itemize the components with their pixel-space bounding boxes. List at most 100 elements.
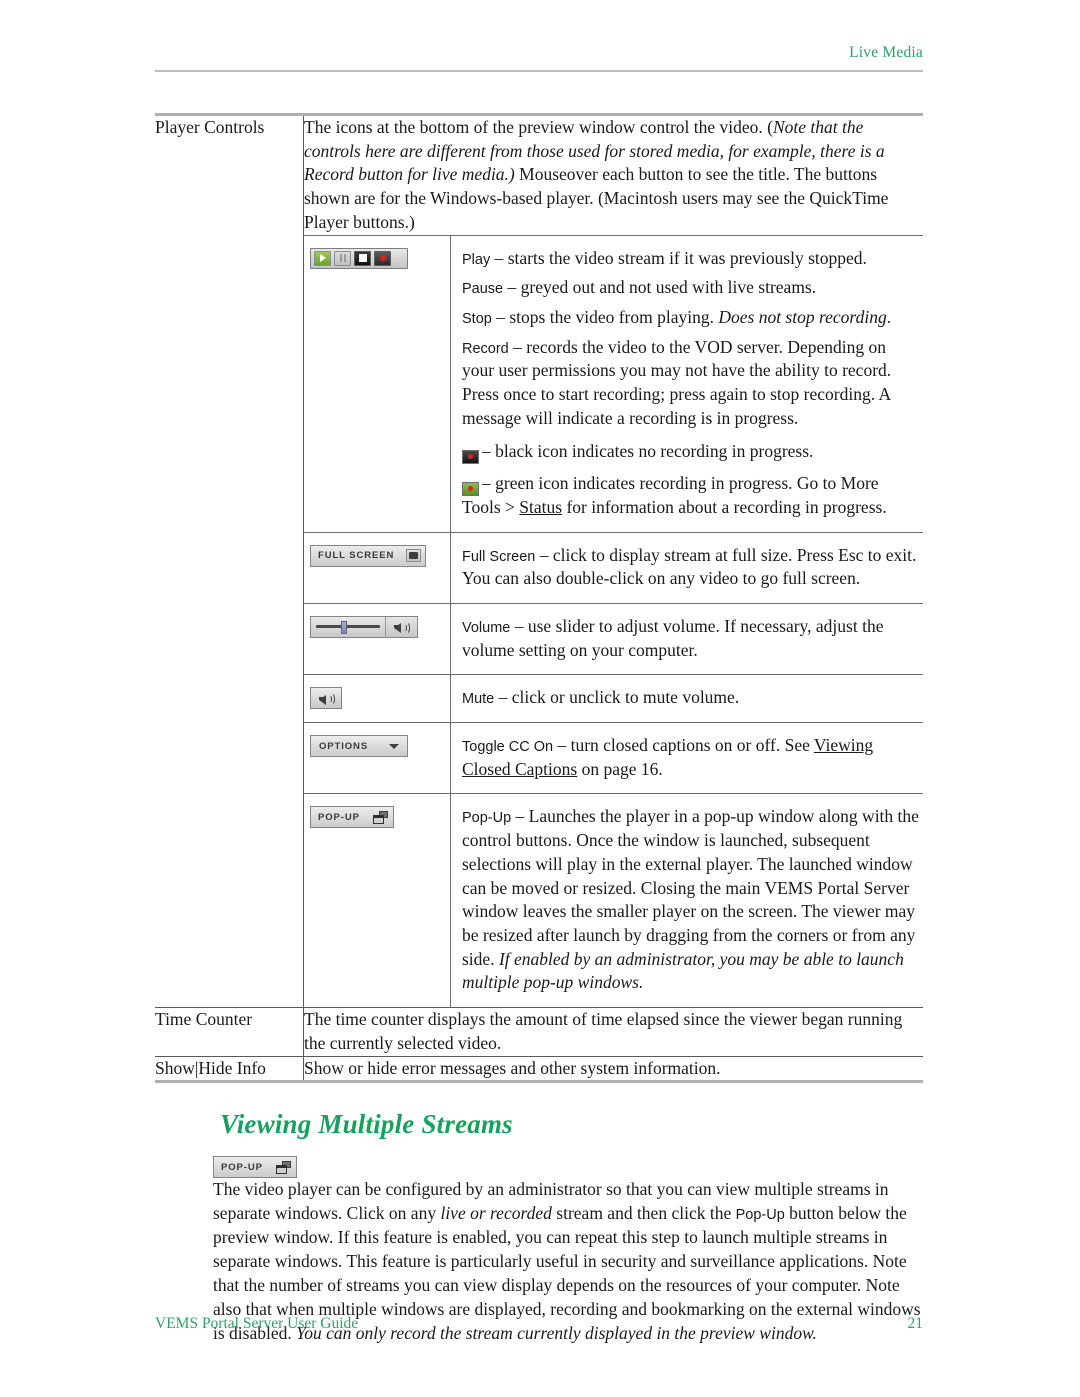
header-rule — [155, 70, 923, 73]
desc-play: Play – starts the video stream if it was… — [462, 247, 919, 271]
full-screen-button[interactable]: FULL SCREEN — [310, 544, 426, 567]
label-pop-up: Pop-Up — [462, 810, 512, 827]
full-screen-icon — [406, 549, 421, 563]
pop-up-button-inline[interactable]: POP-UP — [213, 1156, 297, 1179]
text-toggle-cc: – turn closed captions on or off. See — [553, 735, 814, 756]
text-stop: – stops the video from playing. — [491, 306, 719, 327]
play-button[interactable] — [314, 250, 331, 266]
player-controls-intro: The icons at the bottom of the preview w… — [304, 116, 923, 235]
mute-button[interactable] — [310, 687, 342, 710]
pop-up-button-label: POP-UP — [318, 811, 360, 823]
options-cell: OPTIONS — [304, 722, 451, 794]
desc-volume: Volume – use slider to adjust volume. If… — [462, 615, 919, 662]
player-controls-table: Player Controls The icons at the bottom … — [155, 116, 923, 1081]
text-play: – starts the video stream if it was prev… — [490, 247, 867, 268]
text-stop-tail: . — [886, 306, 892, 327]
para-ui-popup: Pop-Up — [735, 1207, 785, 1224]
volume-cell — [304, 602, 451, 675]
volume-track — [316, 625, 380, 629]
label-record: Record — [462, 340, 509, 357]
row-label-spacer — [155, 234, 304, 1008]
desc-mute: Mute – click or unclick to mute volume. — [462, 686, 919, 710]
popup-cell: POP-UP — [304, 793, 451, 1008]
volume-speaker-button[interactable] — [385, 616, 416, 637]
table-bottom-rule — [155, 1080, 923, 1084]
full-screen-description: Full Screen – click to display stream at… — [450, 531, 923, 604]
status-link[interactable]: Status — [519, 497, 562, 517]
document-page: Live Media Player Controls The icons at … — [0, 0, 1080, 1397]
volume-thumb[interactable] — [341, 620, 347, 634]
play-icon — [319, 254, 326, 263]
mute-cell — [304, 674, 451, 723]
running-head: Live Media — [849, 44, 923, 61]
text-pause: – greyed out and not used with live stre… — [503, 277, 817, 298]
para-i1: live or recorded — [440, 1203, 552, 1224]
note-green-post: for information about a recording in pro… — [562, 496, 887, 517]
full-screen-button-label: FULL SCREEN — [318, 550, 395, 562]
volume-slider[interactable] — [310, 615, 418, 638]
options-description: Toggle CC On – turn closed captions on o… — [450, 722, 923, 794]
record-green-icon — [462, 481, 479, 496]
pop-up-button[interactable]: POP-UP — [310, 806, 394, 829]
icon-row-popup: POP-UP Pop-Up – Launches the player in a… — [304, 793, 923, 1008]
page-content: Player Controls The icons at the bottom … — [155, 113, 923, 1346]
row-label-show-hide-info: Show|Hide Info — [155, 1055, 304, 1081]
pause-button[interactable] — [334, 250, 351, 266]
label-toggle-cc: Toggle CC On — [462, 739, 554, 756]
note-green-record: – green icon indicates recording in prog… — [462, 472, 919, 519]
label-play: Play — [462, 251, 491, 268]
icon-row-transport: Play – starts the video stream if it was… — [304, 234, 923, 533]
full-screen-cell: FULL SCREEN — [304, 531, 451, 604]
desc-pause: Pause – greyed out and not used with liv… — [462, 276, 919, 300]
label-stop: Stop — [462, 310, 492, 327]
desc-pop-up: Pop-Up – Launches the player in a pop-up… — [462, 805, 919, 995]
row-label-time-counter: Time Counter — [155, 1007, 304, 1056]
options-button[interactable]: OPTIONS — [310, 735, 408, 758]
intro-part1: The icons at the bottom of the preview w… — [304, 117, 773, 137]
text-mute: – click or unclick to mute volume. — [494, 687, 740, 708]
pop-up-icon — [373, 810, 388, 824]
footer-page-number: 21 — [907, 1315, 924, 1332]
note-black-record: – black icon indicates no recording in p… — [462, 440, 919, 464]
row-body-show-hide-info: Show or hide error messages and other sy… — [303, 1055, 923, 1081]
table-row: Player Controls The icons at the bottom … — [155, 116, 923, 235]
icon-row-mute: Mute – click or unclick to mute volume. — [304, 674, 923, 723]
text-show-hide-info: Show or hide error messages and other sy… — [304, 1057, 721, 1078]
volume-description: Volume – use slider to adjust volume. If… — [450, 602, 923, 675]
options-button-label: OPTIONS — [319, 740, 369, 752]
chevron-down-icon — [389, 743, 399, 749]
page-header: Live Media — [155, 44, 923, 73]
pause-icon — [339, 254, 346, 263]
mute-description: Mute – click or unclick to mute volume. — [450, 674, 923, 723]
mute-speaker-icon — [318, 693, 335, 706]
pop-up-inline-icon — [276, 1160, 291, 1174]
text-pop-up: – Launches the player in a pop-up window… — [462, 806, 919, 969]
table-row-time-counter: Time Counter The time counter displays t… — [155, 1007, 923, 1056]
record-button[interactable] — [374, 250, 391, 266]
desc-full-screen: Full Screen – click to display stream at… — [462, 544, 919, 591]
stop-icon — [358, 254, 367, 263]
footer-doc-title: VEMS Portal Server User Guide — [155, 1315, 359, 1332]
transport-descriptions: Play – starts the video stream if it was… — [450, 234, 923, 533]
row-body-icons: Play – starts the video stream if it was… — [304, 234, 923, 1008]
desc-record: Record – records the video to the VOD se… — [462, 336, 919, 431]
page-title: Viewing Multiple Streams — [220, 1109, 513, 1140]
pop-up-inline-label: POP-UP — [221, 1161, 263, 1173]
table-row-icons: Play – starts the video stream if it was… — [155, 234, 923, 1008]
text-toggle-cc-tail: on page 16. — [577, 758, 663, 779]
text-time-counter: The time counter displays the amount of … — [304, 1009, 903, 1053]
para-p2: stream and then click the — [551, 1203, 736, 1224]
text-pop-up-italic: If enabled by an administrator, you may … — [462, 948, 904, 993]
stop-button[interactable] — [354, 250, 371, 266]
volume-slider-track-area[interactable] — [311, 617, 385, 637]
page-footer: VEMS Portal Server User Guide 21 — [155, 1315, 923, 1333]
label-full-screen: Full Screen — [462, 548, 536, 565]
icon-row-volume: Volume – use slider to adjust volume. If… — [304, 602, 923, 675]
icon-row-options: OPTIONS Toggle CC On – turn closed capti… — [304, 722, 923, 794]
desc-toggle-cc: Toggle CC On – turn closed captions on o… — [462, 734, 919, 781]
row-body-time-counter: The time counter displays the amount of … — [303, 1007, 923, 1056]
transport-bar[interactable] — [310, 247, 408, 269]
table-row-show-hide-info: Show|Hide Info Show or hide error messag… — [155, 1055, 923, 1081]
icon-row-full-screen: FULL SCREEN Full Screen – click to displ… — [304, 531, 923, 604]
icon-description-table: Play – starts the video stream if it was… — [304, 234, 923, 1008]
